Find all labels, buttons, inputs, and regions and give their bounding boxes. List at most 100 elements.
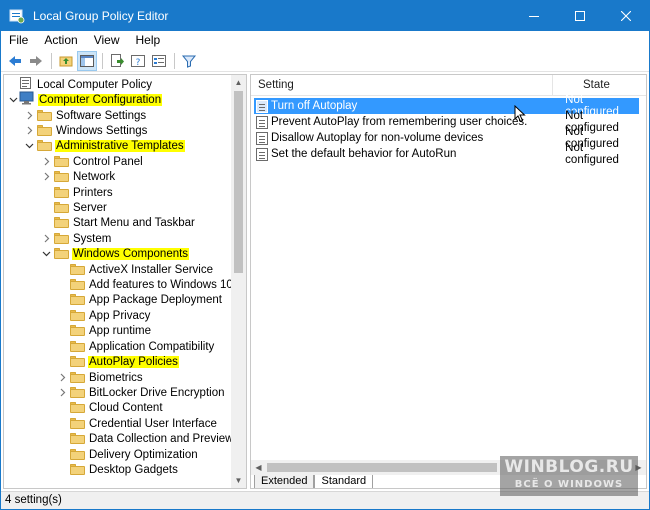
close-button[interactable] <box>603 1 649 31</box>
menu-action[interactable]: Action <box>36 31 85 49</box>
toolbar-separator <box>174 52 175 69</box>
menu-help[interactable]: Help <box>128 31 169 49</box>
tree-item[interactable]: Data Collection and Preview Bu <box>56 431 247 447</box>
tree-item[interactable]: Local Computer Policy <box>7 77 153 93</box>
chevron-down-icon[interactable] <box>7 94 19 106</box>
tree-item[interactable]: Credential User Interface <box>56 416 218 432</box>
tree-item[interactable]: ActiveX Installer Service <box>56 262 214 278</box>
policy-setting-icon <box>256 99 268 113</box>
folder-icon <box>70 264 85 276</box>
tree-item-label: AutoPlay Policies <box>88 355 179 368</box>
properties-icon <box>152 54 166 67</box>
back-icon <box>9 55 21 66</box>
chevron-right-icon[interactable] <box>23 110 35 122</box>
tree-item-label: System <box>73 232 112 245</box>
tree-item-label: App runtime <box>89 324 152 337</box>
menu-view[interactable]: View <box>86 31 128 49</box>
column-header-state[interactable]: State <box>553 75 646 95</box>
watermark: WINBLOG.RU ВСЁ О WINDOWS <box>500 456 638 496</box>
folder-icon <box>70 325 85 337</box>
chevron-right-icon[interactable] <box>23 125 35 137</box>
folder-icon <box>54 217 69 229</box>
scroll-up-arrow-icon[interactable]: ▲ <box>231 75 246 90</box>
maximize-button[interactable] <box>557 1 603 31</box>
svg-text:?: ? <box>136 58 141 68</box>
tree-item[interactable]: Computer Configuration <box>7 91 163 108</box>
tree-item[interactable]: App Privacy <box>56 308 151 324</box>
tree-item[interactable]: Network <box>40 169 116 185</box>
policy-setting-row[interactable]: Set the default behavior for AutoRun Not … <box>254 142 639 166</box>
tree-item-label: App Privacy <box>89 309 151 322</box>
tree-item[interactable]: Delivery Optimization <box>56 447 199 463</box>
export-list-button[interactable] <box>107 51 127 71</box>
tree-item[interactable]: Server <box>40 200 108 216</box>
menu-file[interactable]: File <box>1 31 36 49</box>
tree-item[interactable]: App Package Deployment <box>56 292 223 308</box>
tree-item[interactable]: Windows Components <box>40 246 190 262</box>
tree-item[interactable]: Desktop Gadgets <box>56 462 179 478</box>
tree-item-label: Credential User Interface <box>89 417 217 430</box>
filter-options-button[interactable] <box>179 51 199 71</box>
chevron-down-icon[interactable] <box>40 248 52 260</box>
minimize-button[interactable] <box>511 1 557 31</box>
show-hide-console-tree-button[interactable] <box>77 50 97 71</box>
tree-item[interactable]: Windows Settings <box>23 123 148 139</box>
console-tree[interactable]: Local Computer Policy Computer Configurat… <box>3 74 247 489</box>
tree-item[interactable]: Software Settings <box>23 108 147 124</box>
tree-item[interactable]: Printers <box>40 185 114 201</box>
tree-item[interactable]: Biometrics <box>56 370 144 386</box>
tree-item-label: Cloud Content <box>89 401 163 414</box>
chevron-right-icon[interactable] <box>56 387 68 399</box>
tree-scroll-thumb[interactable] <box>234 91 243 273</box>
tree-item[interactable]: BitLocker Drive Encryption <box>56 385 226 401</box>
folder-icon <box>70 464 85 476</box>
folder-icon <box>37 110 52 122</box>
folder-icon <box>37 125 52 137</box>
policy-setting-icon <box>256 147 268 161</box>
properties-button[interactable] <box>149 51 169 71</box>
folder-icon <box>70 387 85 399</box>
title-bar[interactable]: Local Group Policy Editor <box>1 1 649 31</box>
forward-icon <box>30 55 42 66</box>
folder-icon <box>70 341 85 353</box>
tree-item-label: Data Collection and Preview Bu <box>89 432 247 445</box>
list-scroll-thumb[interactable] <box>267 463 497 472</box>
chevron-right-icon[interactable] <box>40 233 52 245</box>
tree-item[interactable]: Cloud Content <box>56 400 164 416</box>
settings-list: Setting State Turn off Autoplay Not confi… <box>250 74 647 489</box>
forward-button[interactable] <box>26 51 46 71</box>
chevron-right-icon[interactable] <box>56 372 68 384</box>
tree-item-label: Windows Components <box>72 247 190 260</box>
tree-vertical-scrollbar[interactable]: ▲ ▼ <box>231 75 246 488</box>
tree-item[interactable]: Administrative Templates <box>23 138 185 154</box>
chevron-down-icon[interactable] <box>23 140 35 152</box>
watermark-title: WINBLOG.RU <box>504 457 634 477</box>
setting-state: Not configured <box>565 142 619 166</box>
chevron-right-icon[interactable] <box>40 171 52 183</box>
folder-icon <box>54 202 69 214</box>
tab-standard[interactable]: Standard <box>314 475 374 488</box>
tree-item[interactable]: Start Menu and Taskbar <box>40 215 196 231</box>
chevron-right-icon[interactable] <box>40 156 52 168</box>
menu-bar: File Action View Help <box>1 31 649 49</box>
tree-item-label: Desktop Gadgets <box>89 463 178 476</box>
help-button[interactable]: ? <box>128 51 148 71</box>
up-one-level-button[interactable] <box>56 51 76 71</box>
scroll-left-arrow-icon[interactable]: ◀ <box>251 460 266 475</box>
folder-icon <box>70 372 85 384</box>
column-header-setting[interactable]: Setting <box>251 75 553 95</box>
tree-item[interactable]: AutoPlay Policies <box>56 354 179 370</box>
tree-item[interactable]: Add features to Windows 10 <box>56 277 234 293</box>
back-button[interactable] <box>5 51 25 71</box>
tree-item[interactable]: App runtime <box>56 323 152 339</box>
tree-item[interactable]: Control Panel <box>40 154 144 170</box>
scroll-down-arrow-icon[interactable]: ▼ <box>231 473 246 488</box>
tab-extended[interactable]: Extended <box>254 475 315 488</box>
tree-item-label: Network <box>73 170 116 183</box>
tree-item[interactable]: Application Compatibility <box>56 339 215 355</box>
watermark-subtitle: ВСЁ О WINDOWS <box>514 479 624 490</box>
tree-item[interactable]: System <box>40 231 112 247</box>
